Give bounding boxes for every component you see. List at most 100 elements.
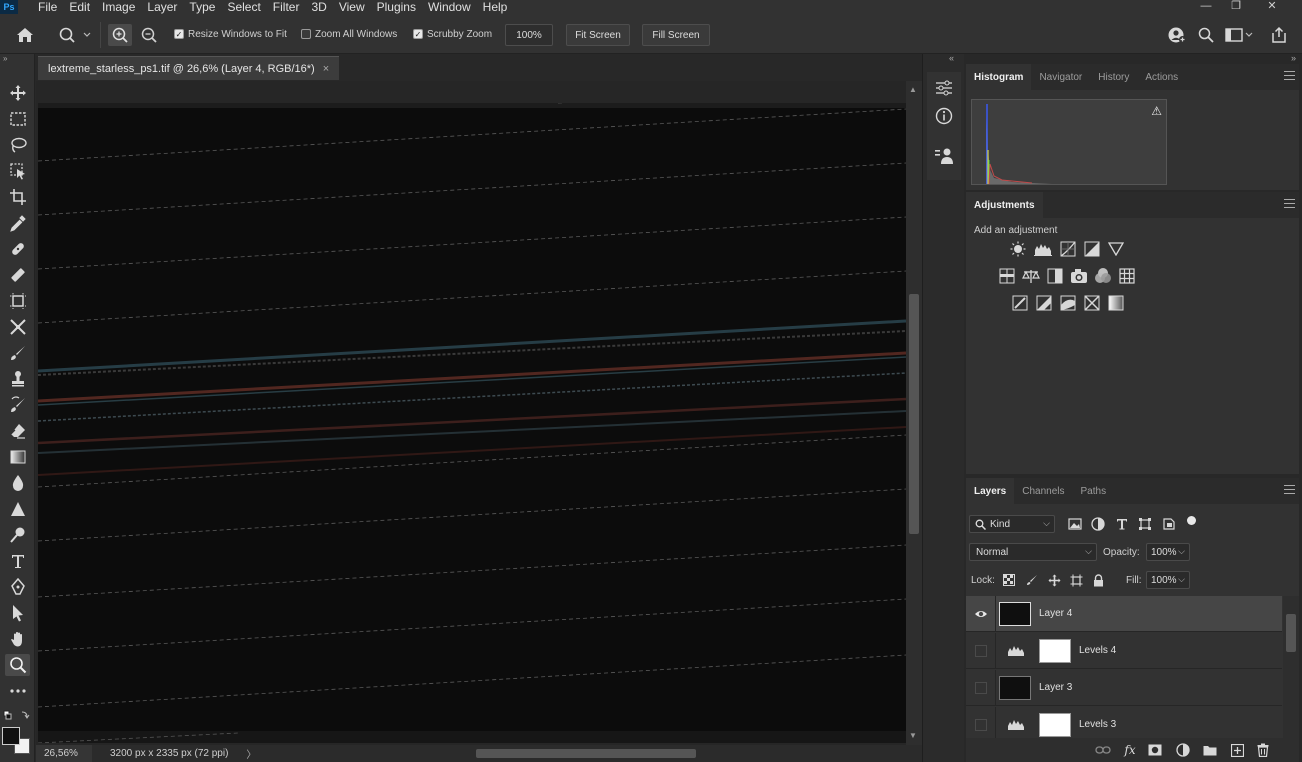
link-layers-icon[interactable] <box>1094 741 1112 759</box>
info-icon[interactable] <box>933 106 955 126</box>
tab-histogram[interactable]: Histogram <box>966 64 1032 90</box>
filter-shape-layers-icon[interactable] <box>1136 515 1154 533</box>
search-icon[interactable] <box>1195 25 1217 45</box>
hue-saturation-icon[interactable] <box>998 267 1016 285</box>
properties-icon[interactable] <box>933 78 955 98</box>
tab-adjustments[interactable]: Adjustments <box>966 192 1043 218</box>
posterize-icon[interactable] <box>1035 294 1053 312</box>
eye-icon[interactable] <box>966 596 996 632</box>
gradient-tool-icon[interactable] <box>5 446 30 468</box>
zoom-out-icon[interactable] <box>138 24 160 46</box>
history-brush-tool-icon[interactable] <box>5 394 30 416</box>
blend-mode-select[interactable]: Normal ⌵ <box>969 543 1097 561</box>
collapse-strip-icon[interactable]: « <box>949 53 954 63</box>
lock-image-pixels-icon[interactable] <box>1023 571 1041 589</box>
layers-panel-menu-icon[interactable] <box>1284 485 1295 494</box>
tab-paths[interactable]: Paths <box>1073 478 1115 504</box>
add-mask-icon[interactable] <box>1146 741 1164 759</box>
close-window-icon[interactable]: ✕ <box>1262 0 1282 14</box>
layer-mask-thumbnail[interactable] <box>1039 712 1071 737</box>
gradient-map-icon[interactable] <box>1107 294 1125 312</box>
lasso-tool-icon[interactable] <box>5 134 30 156</box>
menu-file[interactable]: File <box>32 0 63 14</box>
vertical-scrollbar[interactable]: ▲ ▼ <box>906 81 922 745</box>
crop-tool-icon[interactable] <box>5 186 30 208</box>
levels-icon[interactable] <box>1034 240 1052 258</box>
move-tool-icon[interactable] <box>5 82 30 104</box>
tab-history[interactable]: History <box>1090 64 1137 90</box>
resize-windows-checkbox[interactable]: ✓ Resize Windows to Fit <box>174 24 287 44</box>
zoom-level-field[interactable]: 26,56% <box>36 745 92 762</box>
menu-help[interactable]: Help <box>477 0 514 14</box>
visibility-toggle[interactable] <box>966 706 996 738</box>
adjustments-panel-menu-icon[interactable] <box>1284 199 1295 208</box>
warning-icon[interactable]: ⚠ <box>1151 104 1162 118</box>
eyedropper-tool-icon[interactable] <box>5 212 30 234</box>
horizontal-scrollbar[interactable] <box>276 749 896 758</box>
layer-row-layer-3[interactable]: Layer 3 <box>966 669 1282 706</box>
opacity-field[interactable]: 100% ⌵ <box>1146 543 1190 561</box>
more-tools-icon[interactable] <box>5 680 30 702</box>
menu-view[interactable]: View <box>333 0 371 14</box>
layer-filter-kind-select[interactable]: Kind ⌵ <box>969 515 1055 533</box>
close-tab-icon[interactable]: × <box>323 63 329 75</box>
layer-name[interactable]: Layer 3 <box>1039 682 1072 693</box>
layer-style-fx-icon[interactable]: fx <box>1121 741 1139 759</box>
lock-all-icon[interactable] <box>1089 571 1107 589</box>
photo-filter-icon[interactable] <box>1070 267 1088 285</box>
home-icon[interactable] <box>14 25 36 45</box>
layers-scrollbar[interactable] <box>1283 596 1299 738</box>
lock-transparent-pixels-icon[interactable] <box>1000 571 1018 589</box>
layer-row-layer-4[interactable]: Layer 4 <box>966 596 1282 632</box>
layer-thumbnail[interactable] <box>999 675 1031 700</box>
layer-name[interactable]: Levels 3 <box>1079 719 1116 730</box>
libraries-icon[interactable] <box>933 146 955 166</box>
hand-tool-icon[interactable] <box>5 628 30 650</box>
scroll-down-icon[interactable]: ▼ <box>909 731 917 740</box>
eraser-tool-icon[interactable] <box>5 420 30 442</box>
zoom-percent-field[interactable]: 100% <box>505 24 553 46</box>
zoom-all-windows-checkbox[interactable]: Zoom All Windows <box>301 24 397 44</box>
menu-layer[interactable]: Layer <box>141 0 183 14</box>
brightness-contrast-icon[interactable] <box>1009 240 1027 258</box>
new-group-folder-icon[interactable] <box>1201 741 1219 759</box>
horizontal-scroll-thumb[interactable] <box>476 749 696 758</box>
zoom-tool-preset-icon[interactable] <box>56 25 92 45</box>
collapse-panels-icon[interactable]: » <box>1291 53 1296 63</box>
new-adjustment-layer-icon[interactable] <box>1174 741 1192 759</box>
image-canvas[interactable] <box>38 103 906 743</box>
curves-icon[interactable] <box>1059 240 1077 258</box>
fill-field[interactable]: 100% ⌵ <box>1146 571 1190 589</box>
layers-scroll-thumb[interactable] <box>1286 614 1296 652</box>
layer-name[interactable]: Levels 4 <box>1079 645 1116 656</box>
filter-pixel-layers-icon[interactable] <box>1066 515 1084 533</box>
path-selection-tool-icon[interactable] <box>5 602 30 624</box>
histogram-panel-menu-icon[interactable] <box>1284 71 1295 80</box>
fit-screen-button[interactable]: Fit Screen <box>566 24 630 46</box>
color-lookup-icon[interactable] <box>1118 267 1136 285</box>
vertical-scroll-thumb[interactable] <box>909 294 919 534</box>
invert-icon[interactable] <box>1011 294 1029 312</box>
spot-healing-tool-icon[interactable] <box>5 238 30 260</box>
brush-heal-tool-icon[interactable] <box>5 264 30 286</box>
filter-type-layers-icon[interactable] <box>1113 515 1131 533</box>
visibility-toggle[interactable] <box>966 632 996 669</box>
expand-toolbar-icon[interactable]: » <box>3 54 7 63</box>
scrubby-zoom-checkbox[interactable]: ✓ Scrubby Zoom <box>413 24 492 44</box>
foreground-color-swatch[interactable] <box>2 727 20 745</box>
fill-screen-button[interactable]: Fill Screen <box>642 24 710 46</box>
type-tool-icon[interactable] <box>5 550 30 572</box>
menu-select[interactable]: Select <box>221 0 266 14</box>
pen-tool-icon[interactable] <box>5 576 30 598</box>
marquee-tool-icon[interactable] <box>5 108 30 130</box>
layer-mask-thumbnail[interactable] <box>1039 638 1071 663</box>
filter-adjustment-layers-icon[interactable] <box>1089 515 1107 533</box>
threshold-icon[interactable] <box>1059 294 1077 312</box>
menu-type[interactable]: Type <box>183 0 221 14</box>
vibrance-icon[interactable] <box>1107 240 1125 258</box>
document-tab[interactable]: lextreme_starless_ps1.tif @ 26,6% (Layer… <box>38 56 340 80</box>
lock-position-icon[interactable] <box>1045 571 1063 589</box>
swap-colors-icon[interactable] <box>3 710 31 722</box>
exposure-icon[interactable] <box>1083 240 1101 258</box>
filter-toggle-icon[interactable] <box>1187 516 1196 525</box>
